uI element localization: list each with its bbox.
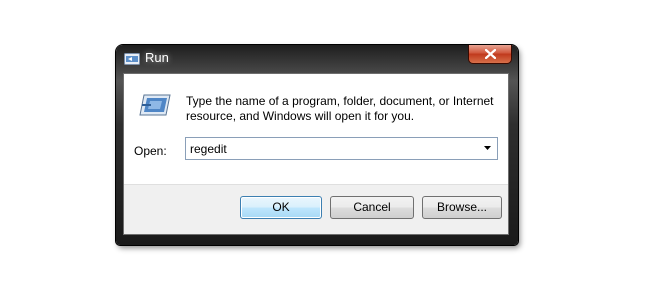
window-title: Run [145, 50, 169, 65]
open-combobox[interactable] [185, 137, 498, 160]
close-icon [485, 49, 496, 59]
run-icon [124, 52, 140, 65]
title-bar[interactable]: Run [116, 45, 518, 73]
run-dialog: Run Type the name of a program, folder, … [116, 45, 518, 245]
cancel-button[interactable]: Cancel [330, 196, 414, 219]
dialog-description: Type the name of a program, folder, docu… [186, 94, 494, 123]
close-button[interactable] [468, 45, 512, 64]
content-area: Type the name of a program, folder, docu… [124, 74, 508, 184]
run-icon [138, 92, 172, 118]
dropdown-button[interactable] [479, 138, 497, 159]
open-input[interactable] [190, 140, 470, 157]
chevron-down-icon [484, 146, 491, 150]
dialog-body: Type the name of a program, folder, docu… [123, 73, 509, 235]
open-label: Open: [134, 144, 167, 158]
ok-button[interactable]: OK [240, 196, 322, 219]
browse-button[interactable]: Browse... [422, 196, 502, 219]
